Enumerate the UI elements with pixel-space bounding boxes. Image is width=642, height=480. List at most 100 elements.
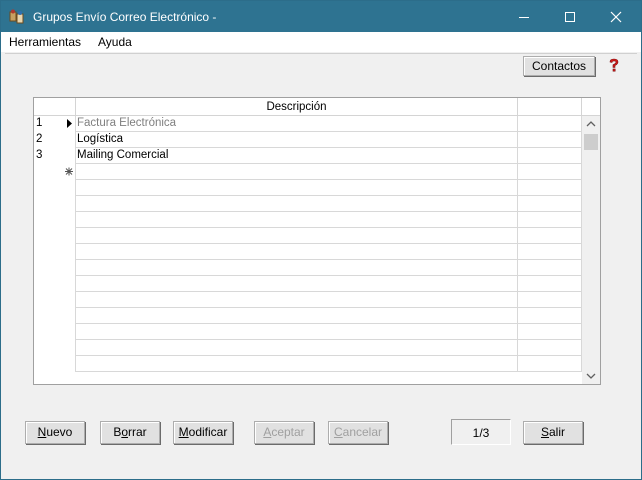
title-bar[interactable]: Grupos Envío Correo Electrónico - <box>1 1 641 32</box>
row-extra-cell <box>518 260 582 276</box>
row-number <box>34 308 62 324</box>
row-number <box>34 180 62 196</box>
contacts-button[interactable]: Contactos <box>523 56 595 76</box>
nuevo-button[interactable]: Nuevo <box>25 421 85 444</box>
row-description <box>76 276 518 292</box>
close-icon <box>610 11 622 23</box>
empty-row[interactable] <box>34 212 582 228</box>
empty-row[interactable] <box>34 196 582 212</box>
row-extra-cell <box>518 324 582 340</box>
scroll-thumb[interactable] <box>584 134 598 150</box>
row-marker <box>62 276 76 292</box>
minimize-icon <box>519 17 529 18</box>
empty-row[interactable] <box>34 180 582 196</box>
row-description <box>76 356 518 372</box>
row-number <box>34 356 62 372</box>
salir-button[interactable]: Salir <box>523 421 583 444</box>
scroll-up-button[interactable] <box>582 116 600 132</box>
menu-herramientas[interactable]: Herramientas <box>9 35 81 49</box>
row-number: 2 <box>36 133 43 145</box>
row-marker <box>62 292 76 308</box>
row-extra-cell <box>518 244 582 260</box>
menu-ayuda[interactable]: Ayuda <box>98 35 132 49</box>
aceptar-label: ceptar <box>271 425 305 439</box>
close-button[interactable] <box>593 1 639 32</box>
row-description: Mailing Comercial <box>76 148 518 164</box>
empty-row[interactable] <box>34 244 582 260</box>
column-header-extra <box>518 98 582 116</box>
modificar-accel: M <box>178 425 189 439</box>
row-marker <box>62 356 76 372</box>
row-description <box>76 292 518 308</box>
scroll-down-button[interactable] <box>582 368 600 384</box>
empty-row[interactable] <box>34 308 582 324</box>
table-row[interactable]: 1 Factura Electrónica <box>34 116 582 132</box>
minimize-button[interactable] <box>501 1 547 32</box>
groups-grid[interactable]: Descripción 1 Factura Electrónica 2 Logísti… <box>33 97 601 385</box>
row-number <box>34 244 62 260</box>
row-description <box>76 164 518 180</box>
header-filler <box>582 98 600 116</box>
chevron-down-icon <box>586 373 596 379</box>
table-row[interactable]: 3 Mailing Comercial <box>34 148 582 164</box>
window-title: Grupos Envío Correo Electrónico - <box>33 10 217 24</box>
borrar-button[interactable]: Borrar <box>100 421 160 444</box>
row-description <box>76 196 518 212</box>
empty-row[interactable] <box>34 292 582 308</box>
empty-row[interactable] <box>34 260 582 276</box>
row-description <box>76 212 518 228</box>
nuevo-accel: N <box>37 425 47 439</box>
empty-row[interactable] <box>34 356 582 372</box>
row-extra-cell <box>518 116 582 132</box>
row-extra-cell <box>518 212 582 228</box>
table-row[interactable]: 2 Logística <box>34 132 582 148</box>
cancelar-accel: C <box>333 425 343 439</box>
toolbar: Contactos <box>5 53 637 79</box>
row-marker <box>62 340 76 356</box>
row-extra-cell <box>518 276 582 292</box>
borrar-accel: o <box>121 425 129 439</box>
borrar-label: rrar <box>128 425 147 439</box>
help-icon[interactable] <box>606 58 622 74</box>
row-extra-cell <box>518 292 582 308</box>
empty-row[interactable] <box>34 324 582 340</box>
cancelar-button[interactable]: Cancelar <box>328 421 388 444</box>
menu-bar: Herramientas Ayuda <box>1 32 641 52</box>
row-extra-cell <box>518 340 582 356</box>
empty-row[interactable] <box>34 340 582 356</box>
row-number <box>34 276 62 292</box>
vertical-scrollbar[interactable] <box>582 116 600 384</box>
modificar-button[interactable]: Modificar <box>173 421 233 444</box>
row-marker <box>62 212 76 228</box>
aceptar-button[interactable]: Aceptar <box>254 421 314 444</box>
row-description <box>76 324 518 340</box>
row-header-corner <box>34 98 76 116</box>
row-extra-cell <box>518 196 582 212</box>
row-number: 3 <box>36 149 43 161</box>
salir-accel: S <box>540 425 549 439</box>
record-counter: 1/3 <box>451 419 511 445</box>
row-description <box>76 340 518 356</box>
content-panel: Descripción 1 Factura Electrónica 2 Logísti… <box>5 78 637 476</box>
salir-label: alir <box>549 425 566 439</box>
row-marker <box>62 324 76 340</box>
column-header-descripcion[interactable]: Descripción <box>76 98 518 116</box>
row-description: Logística <box>76 132 518 148</box>
row-marker <box>62 148 76 164</box>
row-description <box>76 180 518 196</box>
aceptar-accel: A <box>263 425 272 439</box>
row-extra-cell <box>518 164 582 180</box>
row-description <box>76 228 518 244</box>
row-marker <box>62 308 76 324</box>
chevron-up-icon <box>586 121 596 127</box>
row-number <box>34 324 62 340</box>
maximize-icon <box>565 12 575 22</box>
row-description <box>76 260 518 276</box>
new-row[interactable] <box>34 164 582 180</box>
modificar-label: odificar <box>188 425 228 439</box>
row-number <box>34 196 62 212</box>
empty-row[interactable] <box>34 276 582 292</box>
empty-row[interactable] <box>34 228 582 244</box>
maximize-button[interactable] <box>547 1 593 32</box>
row-description <box>76 244 518 260</box>
